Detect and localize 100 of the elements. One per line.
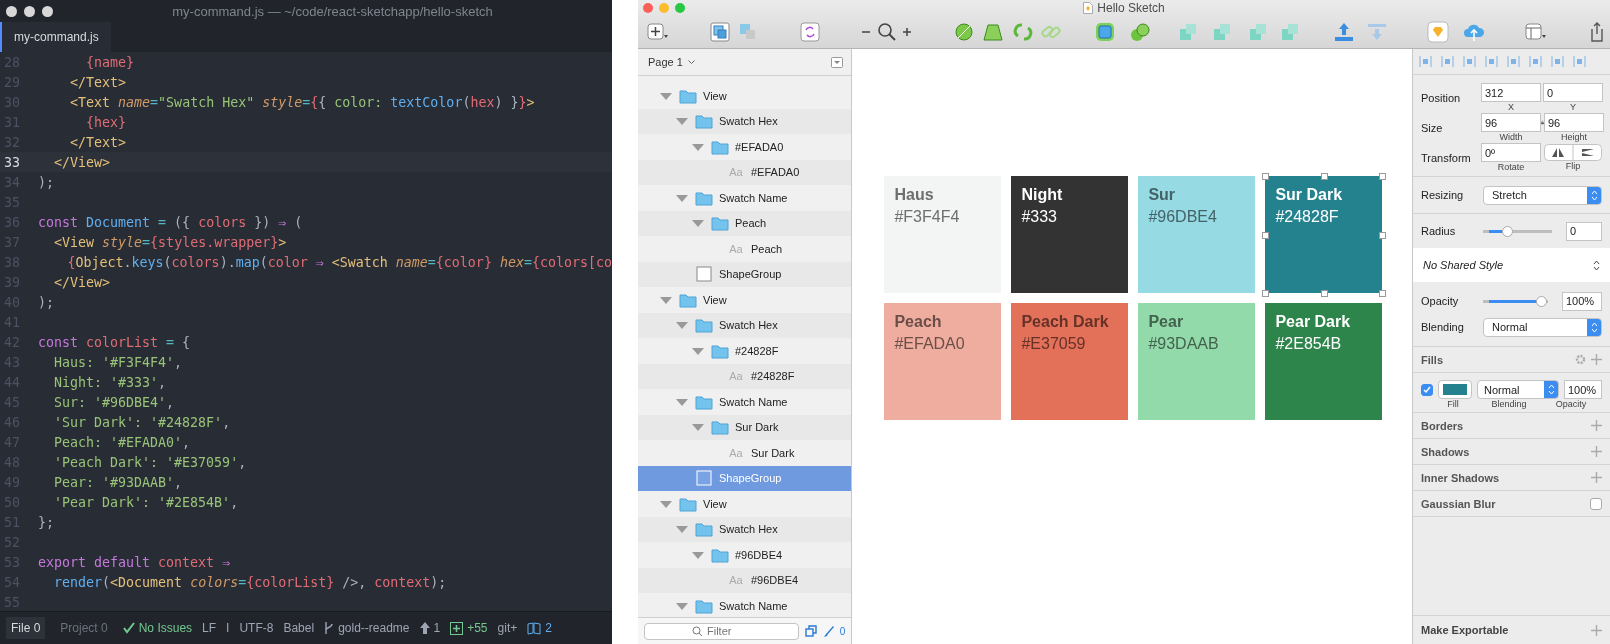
collapse-icon[interactable] <box>831 56 844 68</box>
layer-row[interactable]: Swatch Hex <box>638 108 852 134</box>
disclosure-triangle-icon[interactable] <box>691 549 705 560</box>
color-swatch[interactable]: Night #333 <box>1011 176 1129 293</box>
layer-row[interactable]: #24828F <box>638 338 852 364</box>
layer-row[interactable]: Swatch Name <box>638 185 852 211</box>
layer-row[interactable]: Peach <box>638 210 852 236</box>
selection-handle[interactable] <box>1379 173 1387 180</box>
number-field[interactable]: 100% <box>1562 291 1602 311</box>
number-field[interactable]: 0 <box>1566 221 1602 241</box>
disclosure-triangle-icon[interactable] <box>691 141 705 152</box>
selection-handle[interactable] <box>1379 290 1387 297</box>
selection-handle[interactable] <box>1262 290 1270 297</box>
shared-style-select[interactable]: No Shared Style <box>1423 259 1504 271</box>
number-field[interactable]: 312 <box>1481 83 1541 102</box>
number-field[interactable]: 100% <box>1564 380 1602 399</box>
disclosure-triangle-icon[interactable] <box>659 90 673 101</box>
color-swatch[interactable]: Haus #F3F4F4 <box>884 176 1002 293</box>
stepper-icon[interactable] <box>1593 259 1600 271</box>
selection-handle[interactable] <box>1262 231 1270 239</box>
layer-row[interactable]: Aa #96DBE4 <box>638 567 852 593</box>
minimize-button[interactable] <box>24 5 35 17</box>
disclosure-triangle-icon[interactable] <box>691 218 705 229</box>
number-field[interactable]: 0 <box>1543 83 1603 102</box>
align-icon[interactable] <box>1573 55 1586 68</box>
number-field[interactable]: 96 <box>1544 113 1604 132</box>
disclosure-triangle-icon[interactable] <box>659 294 673 305</box>
sync-arrows-icon[interactable] <box>799 21 821 43</box>
fill-color-well[interactable] <box>1438 380 1472 399</box>
blending-select[interactable]: Normal <box>1477 380 1559 399</box>
color-swatch[interactable]: Sur #96DBE4 <box>1138 176 1256 293</box>
align-icon[interactable] <box>1419 55 1432 68</box>
align-icon[interactable] <box>1551 55 1564 68</box>
search-icon[interactable] <box>876 21 898 43</box>
align-icon[interactable] <box>1529 55 1542 68</box>
layer-row[interactable]: #96DBE4 <box>638 542 852 568</box>
layer-row[interactable]: Swatch Hex <box>638 516 852 542</box>
number-field[interactable]: 96 <box>1481 113 1541 132</box>
plus-icon[interactable] <box>1591 446 1602 457</box>
color-swatch[interactable]: Pear #93DAAB <box>1138 303 1256 420</box>
color-swatch[interactable]: Pear Dark #2E854B <box>1265 303 1383 420</box>
zoom-button[interactable] <box>42 5 53 17</box>
selection-handle[interactable] <box>1262 173 1270 180</box>
layer-row[interactable]: Swatch Name <box>638 389 852 415</box>
blending-select[interactable]: Normal <box>1483 317 1602 337</box>
align-icon[interactable] <box>1463 55 1476 68</box>
rotate-field[interactable]: 0º <box>1481 143 1541 162</box>
layout-icon[interactable] <box>1525 21 1547 43</box>
blob-icon[interactable] <box>1129 21 1151 43</box>
disclosure-triangle-icon[interactable] <box>675 192 689 203</box>
layer-row[interactable]: #EFADA0 <box>638 134 852 160</box>
upload-icon[interactable] <box>1333 21 1355 43</box>
selection-handle[interactable] <box>1320 290 1328 297</box>
disclosure-triangle-icon[interactable] <box>675 396 689 407</box>
align-icon[interactable] <box>1507 55 1520 68</box>
disclosure-triangle-icon[interactable] <box>675 600 689 611</box>
checkbox[interactable] <box>1590 497 1602 510</box>
settings-icon[interactable] <box>1575 354 1586 365</box>
layer-row[interactable]: Aa #24828F <box>638 363 852 389</box>
selection-handle[interactable] <box>1379 231 1387 239</box>
layer-row[interactable]: View <box>638 287 852 313</box>
layer-row[interactable]: Swatch Name <box>638 593 852 617</box>
disclosure-triangle-icon[interactable] <box>675 116 689 127</box>
layer-row[interactable]: Aa Peach <box>638 236 852 262</box>
close-button[interactable] <box>6 5 17 17</box>
square-icon[interactable] <box>1094 21 1116 43</box>
copy-icon[interactable] <box>804 625 817 637</box>
plus-icon[interactable] <box>1591 472 1602 483</box>
flip-buttons[interactable] <box>1544 144 1602 161</box>
lock-icon[interactable] <box>1541 117 1544 127</box>
status-text[interactable]: No Issues <box>138 621 193 635</box>
circle-icon[interactable] <box>953 21 975 43</box>
checkbox[interactable] <box>1421 383 1433 396</box>
plus-icon[interactable] <box>1591 354 1602 365</box>
resizing-select[interactable]: Stretch <box>1483 185 1602 205</box>
layer-row[interactable]: View <box>638 83 852 109</box>
disclosure-triangle-icon[interactable] <box>675 524 689 535</box>
color-swatch[interactable]: Peach #EFADA0 <box>884 303 1002 420</box>
layer-row[interactable]: Aa #EFADA0 <box>638 159 852 185</box>
insert-plus-icon[interactable] <box>647 21 669 43</box>
filter-field[interactable]: Filter <box>644 622 799 640</box>
disclosure-triangle-icon[interactable] <box>691 422 705 433</box>
selection-handle[interactable] <box>1320 173 1328 180</box>
caret-icon[interactable] <box>687 59 695 65</box>
disclosure-triangle-icon[interactable] <box>691 345 705 356</box>
plus-icon[interactable] <box>1591 420 1602 431</box>
plus-icon[interactable] <box>1591 624 1602 636</box>
align-icon[interactable] <box>1485 55 1498 68</box>
align-icon[interactable] <box>1441 55 1454 68</box>
disclosure-triangle-icon[interactable] <box>675 320 689 331</box>
layer-row[interactable]: ShapeGroup <box>638 261 852 287</box>
brush-icon[interactable] <box>822 625 834 637</box>
layer-row[interactable]: View <box>638 491 852 517</box>
overlapping-squares-icon[interactable] <box>709 21 731 43</box>
rotate-arrows-icon[interactable] <box>1012 21 1034 43</box>
layer-row[interactable]: Aa Sur Dark <box>638 440 852 466</box>
layer-row[interactable]: Sur Dark <box>638 414 852 440</box>
disclosure-triangle-icon[interactable] <box>659 498 673 509</box>
page-selector[interactable]: Page 1 <box>648 56 695 68</box>
layer-row[interactable]: Swatch Hex <box>638 312 852 338</box>
